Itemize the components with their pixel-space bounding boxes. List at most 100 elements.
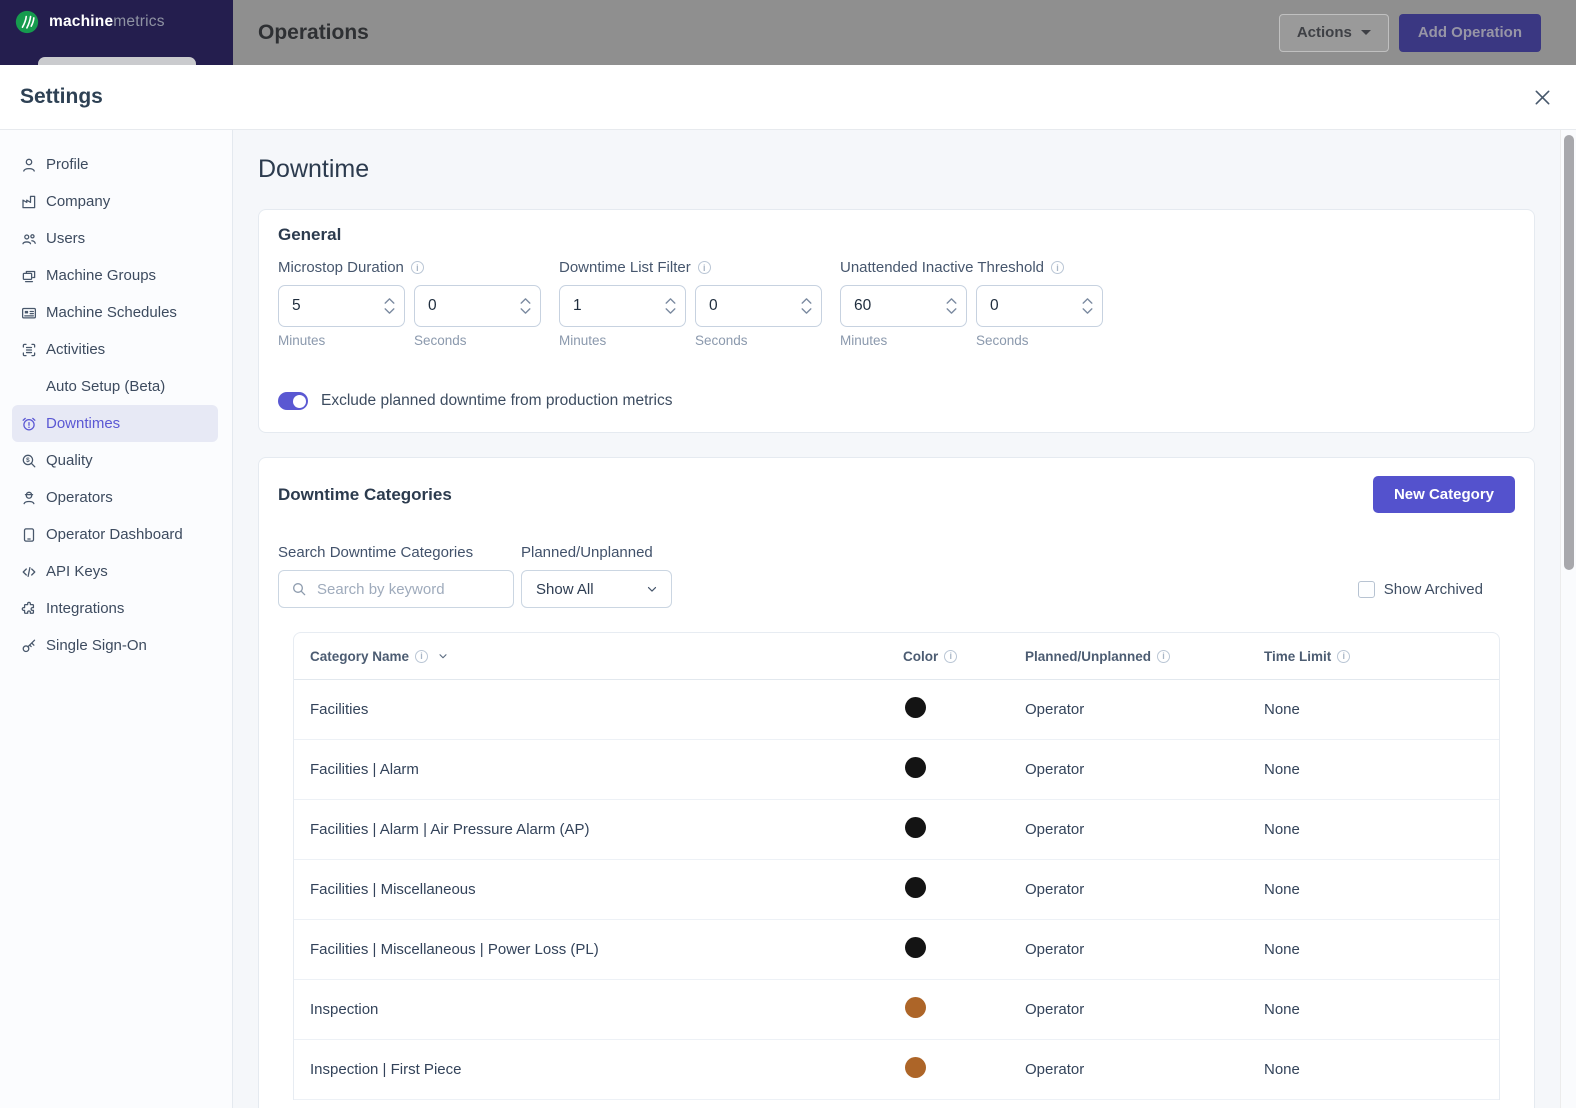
column-category-name[interactable]: Category Name i — [310, 649, 903, 664]
general-section-title: General — [278, 225, 342, 244]
exclude-planned-downtime-toggle[interactable] — [278, 392, 308, 410]
sidebar-item-profile[interactable]: Profile — [12, 146, 218, 183]
chevron-down-icon — [645, 582, 659, 596]
time-limit-cell: None — [1264, 941, 1300, 958]
time-limit-cell: None — [1264, 701, 1300, 718]
key-icon — [20, 637, 38, 655]
duration-field-group: Microstop Duration i 5 0 Minutes Seconds — [278, 258, 541, 348]
planned-unplanned-label: Planned/Unplanned — [521, 544, 653, 561]
sidebar-item-label: Auto Setup (Beta) — [46, 378, 166, 395]
scrollbar-track[interactable] — [1560, 130, 1576, 1108]
stepper-up-icon[interactable] — [946, 298, 957, 304]
stepper-down-icon[interactable] — [1082, 308, 1093, 314]
categories-table: Category Name i Color i Planned/Unplanne… — [293, 632, 1500, 1100]
stepper-up-icon[interactable] — [1082, 298, 1093, 304]
settings-modal-header: Settings — [0, 65, 1576, 130]
general-card: General Microstop Duration i 5 0 Minutes… — [258, 209, 1535, 433]
category-name-cell: Facilities | Alarm | Air Pressure Alarm … — [310, 821, 590, 838]
navbar-search-input[interactable] — [38, 57, 196, 65]
alarm-clock-icon — [20, 415, 38, 433]
sidebar-item-users[interactable]: Users — [12, 220, 218, 257]
sort-chevron-down-icon[interactable] — [437, 650, 449, 662]
sidebar-item-label: Activities — [46, 341, 106, 358]
info-icon: i — [944, 649, 958, 663]
categories-table-header: Category Name i Color i Planned/Unplanne… — [294, 633, 1499, 680]
category-name-cell: Facilities — [310, 701, 369, 718]
sidebar-item-label: Downtimes — [46, 415, 121, 432]
stepper-up-icon[interactable] — [801, 298, 812, 304]
table-row[interactable]: Facilities | Miscellaneous | Power Loss … — [294, 920, 1499, 980]
table-row[interactable]: Facilities | Miscellaneous Operator None — [294, 860, 1499, 920]
info-icon: i — [415, 649, 429, 663]
stepper-up-icon[interactable] — [520, 298, 531, 304]
sidebar-item-single-sign-on[interactable]: Single Sign-On — [12, 627, 218, 664]
settings-title: Settings — [20, 85, 103, 108]
sidebar-item-operators[interactable]: Operators — [12, 479, 218, 516]
planned-unplanned-cell: Operator — [1025, 1061, 1085, 1078]
sidebar-item-company[interactable]: Company — [12, 183, 218, 220]
sidebar-item-label: Machine Schedules — [46, 304, 177, 321]
search-input[interactable] — [278, 570, 514, 608]
category-name-cell: Facilities | Miscellaneous | Power Loss … — [310, 941, 599, 958]
table-row[interactable]: Facilities | Alarm | Air Pressure Alarm … — [294, 800, 1499, 860]
stepper-down-icon[interactable] — [520, 308, 531, 314]
actions-button[interactable]: Actions — [1278, 13, 1389, 52]
planned-unplanned-select[interactable]: Show All — [521, 570, 672, 608]
sidebar-item-downtimes[interactable]: Downtimes — [12, 405, 218, 442]
sidebar-item-api-keys[interactable]: API Keys — [12, 553, 218, 590]
puzzle-icon — [20, 600, 38, 618]
table-row[interactable]: Facilities Operator None — [294, 680, 1499, 740]
stepper-up-icon[interactable] — [384, 298, 395, 304]
time-limit-cell: None — [1264, 881, 1300, 898]
downtime-categories-card: Downtime Categories New Category Search … — [258, 457, 1535, 1108]
sidebar-item-operator-dashboard[interactable]: Operator Dashboard — [12, 516, 218, 553]
sidebar-item-label: Operator Dashboard — [46, 526, 183, 543]
show-archived-checkbox[interactable] — [1357, 580, 1375, 598]
planned-unplanned-cell: Operator — [1025, 941, 1085, 958]
planned-unplanned-cell: Operator — [1025, 761, 1085, 778]
sidebar-item-label: Single Sign-On — [46, 637, 147, 654]
settings-sidebar: Profile Company Users Machine Groups Mac… — [0, 130, 233, 1108]
users-icon — [20, 230, 38, 248]
stepper-up-icon[interactable] — [665, 298, 676, 304]
seconds-caption: Seconds — [976, 333, 1029, 348]
table-row[interactable]: Facilities | Alarm Operator None — [294, 740, 1499, 800]
planned-unplanned-cell: Operator — [1025, 701, 1085, 718]
stepper-down-icon[interactable] — [384, 308, 395, 314]
field-label: Downtime List Filter — [559, 259, 691, 276]
scrollbar-thumb[interactable] — [1563, 135, 1574, 570]
category-color-dot — [905, 997, 926, 1018]
sidebar-item-machine-groups[interactable]: Machine Groups — [12, 257, 218, 294]
minutes-caption: Minutes — [559, 333, 607, 348]
sidebar-item-auto-setup-beta[interactable]: Auto Setup (Beta) — [12, 368, 218, 405]
table-row[interactable]: Inspection | First Piece Operator None — [294, 1040, 1499, 1100]
category-name-cell: Facilities | Alarm — [310, 761, 419, 778]
close-icon[interactable] — [1533, 88, 1552, 107]
machine-groups-icon — [20, 267, 38, 285]
info-icon: i — [1157, 649, 1171, 663]
quality-magnifier-icon: $ — [20, 452, 38, 470]
activities-list-icon — [20, 341, 38, 359]
add-operation-button[interactable]: Add Operation — [1398, 13, 1541, 52]
stepper-down-icon[interactable] — [801, 308, 812, 314]
field-label: Microstop Duration — [278, 259, 404, 276]
search-icon — [291, 581, 307, 597]
stepper-down-icon[interactable] — [665, 308, 676, 314]
category-name-cell: Inspection | First Piece — [310, 1061, 462, 1078]
show-archived-label: Show Archived — [1383, 580, 1483, 598]
search-label: Search Downtime Categories — [278, 544, 474, 561]
category-color-dot — [905, 1057, 926, 1078]
sidebar-item-machine-schedules[interactable]: Machine Schedules — [12, 294, 218, 331]
info-icon: i — [1051, 261, 1065, 274]
sidebar-item-integrations[interactable]: Integrations — [12, 590, 218, 627]
sidebar-item-quality[interactable]: $ Quality — [12, 442, 218, 479]
svg-text:$: $ — [26, 457, 30, 464]
sidebar-item-activities[interactable]: Activities — [12, 331, 218, 368]
table-row[interactable]: Inspection Operator None — [294, 980, 1499, 1040]
seconds-caption: Seconds — [695, 333, 748, 348]
stepper-down-icon[interactable] — [946, 308, 957, 314]
operations-header: Operations Actions Add Operation — [233, 0, 1576, 65]
select-value: Show All — [536, 580, 594, 598]
factory-icon — [20, 193, 38, 211]
new-category-button[interactable]: New Category — [1372, 476, 1515, 513]
